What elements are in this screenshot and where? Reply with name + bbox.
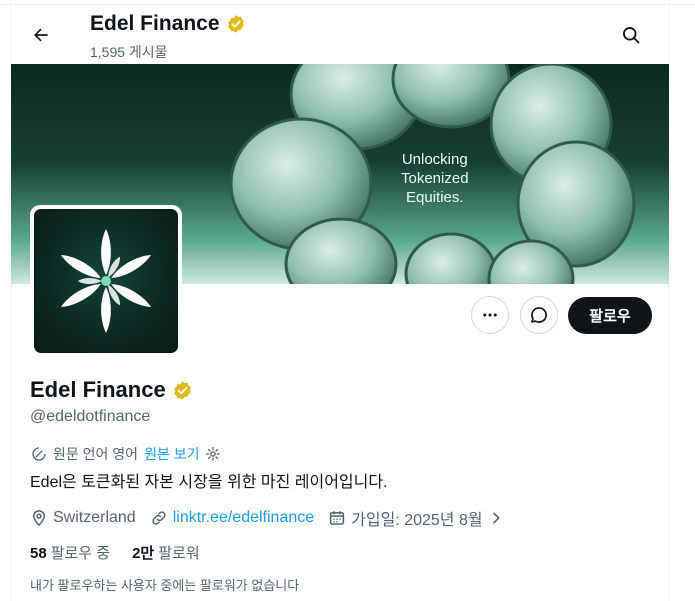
post-count: 1,595 게시물 xyxy=(90,44,168,60)
verified-badge-icon[interactable] xyxy=(172,380,193,401)
verified-badge-icon xyxy=(227,15,244,33)
profile-meta: Switzerland linktr.ee/edelfinance 가입일: 2… xyxy=(30,506,518,530)
follow-counts: 58 팔로우 중 2만 팔로워 xyxy=(30,542,200,563)
follow-button[interactable]: 팔로우 xyxy=(568,297,652,334)
location-text: Switzerland xyxy=(53,509,136,526)
following-label: 팔로우 중 xyxy=(50,545,111,562)
chevron-right-icon xyxy=(492,512,500,524)
translation-language: 원문 언어 영어 xyxy=(53,446,139,462)
followers-link[interactable]: 2만 팔로워 xyxy=(132,542,200,563)
back-arrow-icon xyxy=(34,28,48,42)
location-icon xyxy=(32,510,46,527)
website-link[interactable]: linktr.ee/edelfinance xyxy=(173,509,314,527)
message-icon xyxy=(531,307,547,323)
more-icon xyxy=(483,313,497,317)
back-button[interactable] xyxy=(24,18,58,52)
header-title: Edel Finance xyxy=(90,12,246,36)
following-link[interactable]: 58 팔로우 중 xyxy=(30,542,110,563)
banner-tagline: Unlocking Tokenized Equities. xyxy=(401,150,469,207)
profile-avatar[interactable] xyxy=(30,205,182,357)
profile-name-text: Edel Finance xyxy=(30,377,166,402)
followers-count: 2만 xyxy=(132,545,155,562)
settings-icon[interactable] xyxy=(205,446,221,462)
search-button[interactable] xyxy=(614,18,648,52)
search-icon xyxy=(623,27,640,44)
profile-handle: @edeldotfinance xyxy=(30,408,151,425)
website-item: linktr.ee/edelfinance xyxy=(150,509,314,527)
more-button[interactable] xyxy=(471,296,509,334)
joined-item[interactable]: 가입일: 2025년 8월 xyxy=(328,506,503,530)
calendar-icon xyxy=(330,511,345,525)
mutual-followers-note: 내가 팔로우하는 사용자 중에는 팔로워가 없습니다 xyxy=(30,578,300,593)
banner-tagline-line: Unlocking xyxy=(401,151,468,168)
followers-label: 팔로워 xyxy=(158,545,200,562)
profile-name: Edel Finance xyxy=(30,377,193,403)
link-icon xyxy=(152,511,166,525)
banner-tagline-line: Equities. xyxy=(406,189,464,206)
header-name: Edel Finance xyxy=(90,12,220,35)
joined-text: 가입일: 2025년 8월 xyxy=(351,512,483,529)
edel-flower-logo xyxy=(60,229,152,333)
banner-tagline-line: Tokenized xyxy=(401,170,469,187)
message-button[interactable] xyxy=(520,296,558,334)
translate-icon xyxy=(32,447,46,461)
following-count: 58 xyxy=(30,545,47,562)
avatar-logo xyxy=(34,209,178,353)
translation-notice: 원문 언어 영어 원본 보기 xyxy=(31,444,221,464)
profile-bio: Edel은 토큰화된 자본 시장을 위한 마진 레이어입니다. xyxy=(30,474,388,491)
show-original-link[interactable]: 원본 보기 xyxy=(144,444,199,464)
location-item: Switzerland xyxy=(30,509,136,527)
